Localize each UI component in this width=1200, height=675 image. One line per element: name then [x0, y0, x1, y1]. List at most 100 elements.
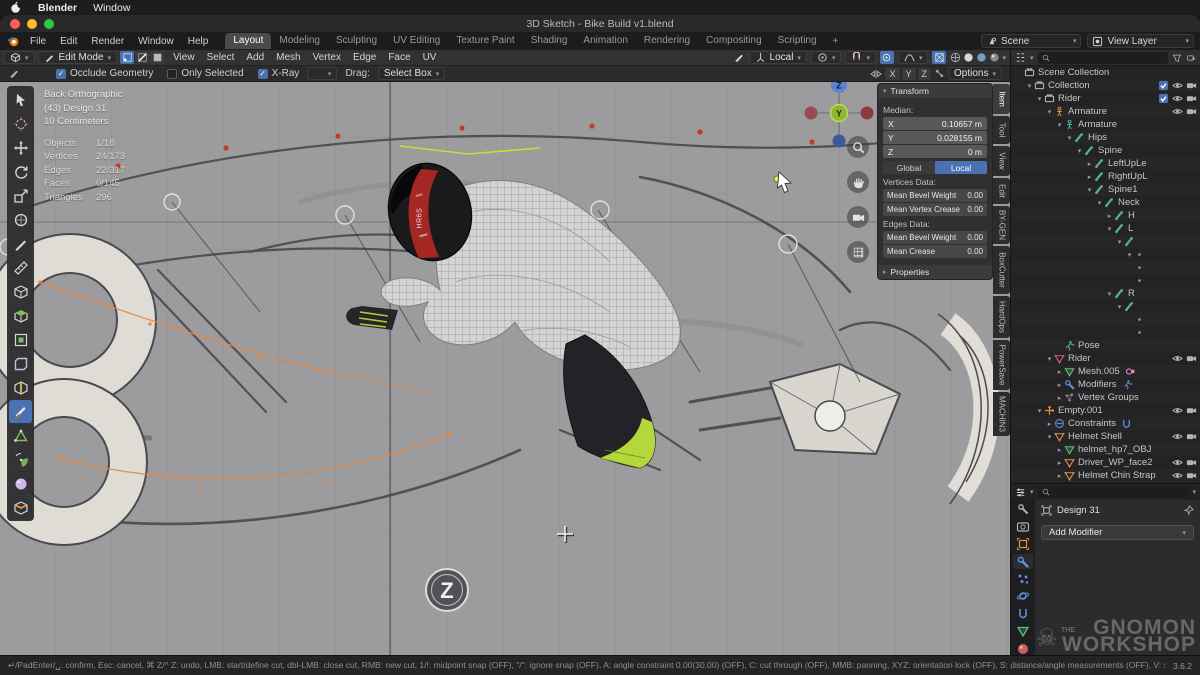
mirror-z-button[interactable]: Z — [918, 68, 932, 80]
toggle-eye[interactable] — [1172, 93, 1183, 104]
mode-selector[interactable]: Edit Mode ▾ — [38, 51, 118, 64]
workspace-tab-animation[interactable]: Animation — [575, 33, 635, 49]
sidebar-tab-tool[interactable]: Tool — [993, 116, 1010, 144]
field-mean-bevel-weight[interactable]: Mean Bevel Weight0.00 — [883, 189, 987, 202]
workspace-tab-rendering[interactable]: Rendering — [636, 33, 698, 49]
viewport-menu-edge[interactable]: Edge — [347, 52, 382, 63]
pivot-point-dropdown[interactable]: ▾ — [811, 51, 842, 64]
toggle-camera[interactable] — [1186, 405, 1197, 416]
outliner-row[interactable]: ▾ — [1011, 235, 1200, 248]
toggle-eye[interactable] — [1172, 80, 1183, 91]
viewport-menu-add[interactable]: Add — [240, 52, 270, 63]
expand-arrow-icon[interactable]: ▸ — [1055, 394, 1064, 402]
pan-button[interactable] — [847, 171, 869, 193]
toggle-eye[interactable] — [1172, 470, 1183, 481]
only-selected-checkbox-box[interactable] — [167, 69, 177, 79]
tool-cursor[interactable] — [9, 112, 32, 135]
outliner-row-driver-wp-face2[interactable]: ▸ Driver_WP_face2 — [1011, 456, 1200, 469]
tool-edge-slide[interactable] — [9, 496, 32, 519]
workspace-tab-modeling[interactable]: Modeling — [271, 33, 328, 49]
edge-select-button[interactable] — [135, 51, 149, 64]
outliner-row[interactable] — [1011, 326, 1200, 339]
camera-view-button[interactable] — [847, 206, 869, 228]
tool-annotate[interactable] — [9, 232, 32, 255]
tool-spin[interactable] — [9, 448, 32, 471]
shading-wireframe-button[interactable] — [950, 52, 961, 63]
tool-smooth[interactable] — [9, 472, 32, 495]
properties-tab-render[interactable] — [1013, 519, 1033, 533]
toggle-camera[interactable] — [1186, 353, 1197, 364]
outliner-row-leftuple[interactable]: ▸ LeftUpLe — [1011, 157, 1200, 170]
transform-panel-header[interactable]: ▾Transform — [878, 84, 992, 98]
field-mean-vertex-crease[interactable]: Mean Vertex Crease0.00 — [883, 203, 987, 216]
space-local-button[interactable]: Local — [935, 161, 987, 174]
tool-move[interactable] — [9, 136, 32, 159]
outliner-editor-icon[interactable] — [1015, 52, 1026, 63]
outliner-row[interactable]: ▾ — [1011, 300, 1200, 313]
properties-tab-object[interactable] — [1013, 537, 1033, 551]
collapse-arrow-icon[interactable]: ▾ — [1045, 433, 1054, 441]
viewport-menu-view[interactable]: View — [167, 52, 201, 63]
toggle-camera[interactable] — [1186, 106, 1197, 117]
vertex-select-button[interactable] — [120, 51, 134, 64]
mirror-x-button[interactable]: X — [885, 68, 899, 80]
topbar-menu-edit[interactable]: Edit — [53, 35, 84, 48]
toggle-eye[interactable] — [1172, 106, 1183, 117]
outliner-row-collection[interactable]: ▾ Collection — [1011, 79, 1200, 92]
face-select-button[interactable] — [150, 51, 164, 64]
mirror-icon[interactable] — [870, 69, 882, 79]
space-global-button[interactable]: Global — [883, 161, 935, 174]
tool-scale[interactable] — [9, 184, 32, 207]
macos-window-menu[interactable]: Window — [93, 2, 130, 14]
toggle-camera[interactable] — [1186, 93, 1197, 104]
expand-arrow-icon[interactable]: ▸ — [1055, 446, 1064, 454]
falloff-dropdown[interactable]: ▾ — [898, 51, 929, 64]
expand-arrow-icon[interactable]: ▸ — [1055, 459, 1064, 467]
gizmo-z-neg[interactable] — [833, 135, 846, 148]
shading-solid-button[interactable] — [963, 52, 974, 63]
outliner-row-rider[interactable]: ▾ Rider — [1011, 92, 1200, 105]
viewport-menu-select[interactable]: Select — [201, 52, 241, 63]
outliner-row-rider[interactable]: ▾ Rider — [1011, 352, 1200, 365]
apple-logo-icon[interactable] — [10, 1, 22, 14]
topbar-menu-window[interactable]: Window — [131, 35, 181, 48]
collapse-arrow-icon[interactable]: ▾ — [1045, 355, 1054, 363]
properties-tab-object-data[interactable] — [1013, 624, 1033, 638]
toggle-camera[interactable] — [1186, 470, 1197, 481]
sidebar-tab-by-gen[interactable]: BY-GEN — [993, 206, 1010, 244]
outliner-row-spine1[interactable]: ▾ Spine1 — [1011, 183, 1200, 196]
expand-arrow-icon[interactable]: ▸ — [1055, 472, 1064, 480]
tool-knife[interactable] — [9, 400, 32, 423]
gizmo-x-neg[interactable] — [805, 107, 818, 120]
collapse-arrow-icon[interactable]: ▾ — [1065, 134, 1074, 142]
outliner-row-scene-collection[interactable]: Scene Collection — [1011, 66, 1200, 79]
workspace-tab-compositing[interactable]: Compositing — [698, 33, 770, 49]
properties-editor-icon[interactable] — [1015, 487, 1026, 498]
scene-selector[interactable]: Scene ▾ — [981, 34, 1082, 48]
tool-bevel[interactable] — [9, 352, 32, 375]
collapse-arrow-icon[interactable]: ▾ — [1045, 108, 1054, 116]
checkbox-x-ray[interactable]: ✓ X-Ray — [258, 68, 300, 79]
collapse-arrow-icon[interactable]: ▾ — [1115, 303, 1124, 311]
add-workspace-button[interactable]: + — [827, 36, 845, 47]
new-collection-icon[interactable] — [1186, 53, 1196, 63]
active-tool-icon[interactable] — [733, 52, 745, 64]
collapse-arrow-icon[interactable]: ▾ — [1025, 82, 1034, 90]
outliner-search-input[interactable] — [1038, 52, 1168, 64]
pin-icon[interactable] — [1183, 505, 1194, 516]
collapse-arrow-icon[interactable]: ▾ — [1035, 95, 1044, 103]
tool-poly-build[interactable] — [9, 424, 32, 447]
field-mean-bevel-weight[interactable]: Mean Bevel Weight0.00 — [883, 231, 987, 244]
field-mean-crease[interactable]: Mean Crease0.00 — [883, 245, 987, 258]
proportional-editing-toggle[interactable] — [880, 51, 894, 64]
properties-panel-header[interactable]: ▸Properties — [878, 265, 992, 279]
zoom-button[interactable] — [847, 136, 869, 158]
workspace-tab-layout[interactable]: Layout — [225, 33, 271, 49]
outliner-row[interactable] — [1011, 274, 1200, 287]
collapse-arrow-icon[interactable]: ▾ — [1125, 251, 1134, 259]
viewport-menu-vertex[interactable]: Vertex — [307, 52, 347, 63]
collapse-arrow-icon[interactable]: ▾ — [1095, 199, 1104, 207]
collapse-arrow-icon[interactable]: ▾ — [1075, 147, 1084, 155]
mirror-y-button[interactable]: Y — [902, 68, 916, 80]
macos-app-menu[interactable]: Blender — [38, 2, 77, 14]
